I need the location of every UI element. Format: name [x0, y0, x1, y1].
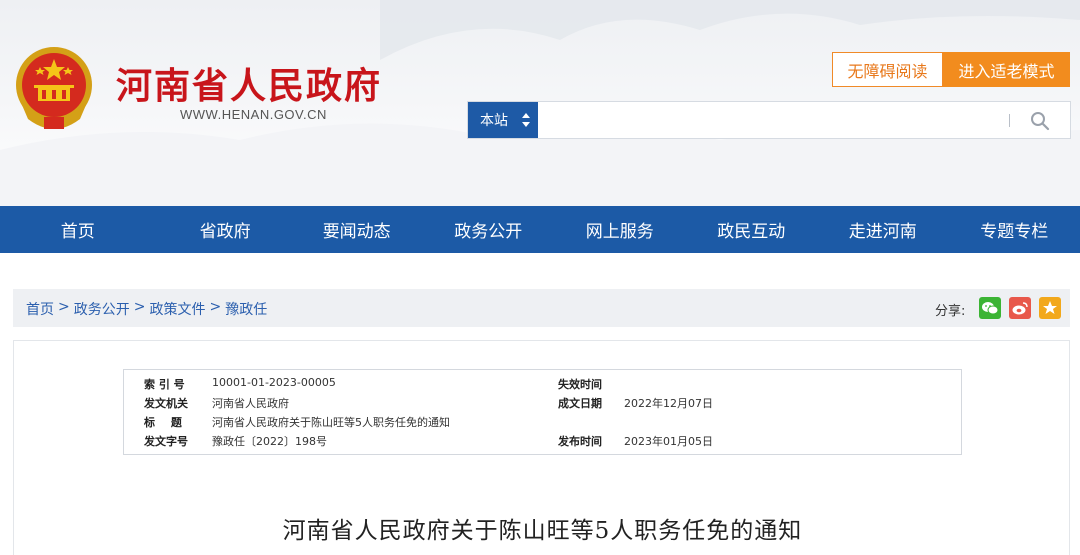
nav-item-interaction[interactable]: 政民互动: [685, 206, 817, 253]
nav-item-online-services[interactable]: 网上服务: [554, 206, 686, 253]
meta-published-label: 发布时间: [558, 435, 602, 448]
nav-item-government-affairs[interactable]: 政务公开: [422, 206, 554, 253]
search-input[interactable]: [542, 104, 1002, 136]
accessible-reading-button[interactable]: 无障碍阅读: [832, 52, 943, 87]
share-label: 分享:: [935, 304, 966, 319]
meta-title-value: 河南省人民政府关于陈山旺等5人职务任免的通知: [212, 416, 450, 429]
updown-arrow-icon: [522, 113, 530, 127]
document-title: 河南省人民政府关于陈山旺等5人职务任免的通知: [282, 518, 803, 544]
site-url: WWW.HENAN.GOV.CN: [180, 107, 327, 122]
meta-row: 发文字号 豫政任〔2022〕198号 发布时间 2023年01月05日: [124, 433, 961, 452]
elder-mode-button[interactable]: 进入适老模式: [943, 52, 1070, 87]
meta-issuer-value: 河南省人民政府: [212, 397, 289, 410]
meta-index-value: 10001-01-2023-00005: [212, 376, 336, 389]
meta-created-label: 成文日期: [558, 397, 602, 410]
meta-row: 标 题 河南省人民政府关于陈山旺等5人职务任免的通知: [124, 414, 961, 433]
main-nav: 首页 省政府 要闻动态 政务公开 网上服务 政民互动 走进河南 专题专栏: [0, 206, 1080, 253]
meta-issuer-label: 发文机关: [144, 397, 188, 410]
breadcrumb-government-affairs[interactable]: 政务公开: [74, 299, 130, 319]
breadcrumb-separator: >: [133, 299, 146, 315]
search-scope-select[interactable]: 本站: [468, 102, 538, 138]
nav-item-special-topics[interactable]: 专题专栏: [949, 206, 1080, 253]
wechat-icon[interactable]: [979, 297, 1001, 319]
search-box: 本站: [467, 101, 1071, 139]
nav-item-about-henan[interactable]: 走进河南: [817, 206, 949, 253]
meta-created-value: 2022年12月07日: [624, 397, 713, 410]
site-title[interactable]: 河南省人民政府: [116, 57, 382, 109]
meta-index-label: 索 引 号: [144, 378, 185, 391]
weibo-icon[interactable]: [1009, 297, 1031, 319]
search-divider: [1009, 114, 1010, 127]
nav-item-news[interactable]: 要闻动态: [291, 206, 423, 253]
breadcrumb-bar: 首页 > 政务公开 > 政策文件 > 豫政任 分享:: [13, 289, 1070, 327]
meta-docno-label: 发文字号: [144, 435, 188, 448]
document-meta-table: 索 引 号 10001-01-2023-00005 失效时间 发文机关 河南省人…: [123, 369, 962, 455]
meta-row: 发文机关 河南省人民政府 成文日期 2022年12月07日: [124, 395, 961, 414]
meta-docno-value: 豫政任〔2022〕198号: [212, 435, 327, 448]
meta-published-value: 2023年01月05日: [624, 435, 713, 448]
breadcrumb-separator: >: [58, 299, 70, 315]
breadcrumb-home[interactable]: 首页: [26, 299, 54, 319]
breadcrumb-policy-documents[interactable]: 政策文件: [149, 299, 205, 319]
breadcrumb: 首页 > 政务公开 > 政策文件 > 豫政任: [26, 299, 267, 319]
national-emblem-icon: [16, 47, 92, 129]
site-header: 河南省人民政府 WWW.HENAN.GOV.CN 无障碍阅读 进入适老模式 本站: [0, 0, 1080, 206]
favorite-icon[interactable]: [1039, 297, 1061, 319]
nav-item-provincial-government[interactable]: 省政府: [159, 206, 291, 253]
meta-row: 索 引 号 10001-01-2023-00005 失效时间: [124, 376, 961, 395]
breadcrumb-separator: >: [209, 299, 222, 315]
search-scope-label: 本站: [480, 113, 508, 129]
meta-title-label: 标 题: [144, 416, 188, 429]
nav-item-home[interactable]: 首页: [0, 206, 159, 253]
article-content: 索 引 号 10001-01-2023-00005 失效时间 发文机关 河南省人…: [13, 340, 1070, 555]
meta-expire-label: 失效时间: [558, 378, 602, 391]
search-icon[interactable]: [1028, 109, 1052, 133]
breadcrumb-appointment[interactable]: 豫政任: [225, 299, 267, 319]
